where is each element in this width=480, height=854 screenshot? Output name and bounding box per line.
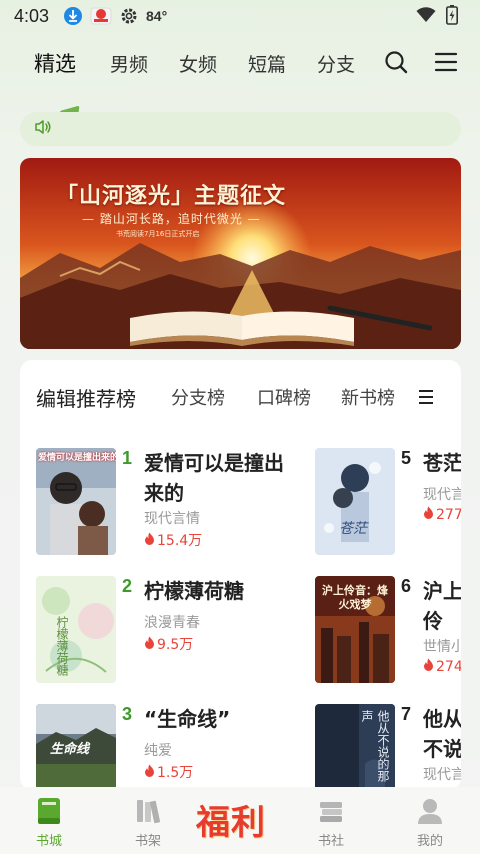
book-genre: 世情小 bbox=[423, 639, 461, 655]
speaker-icon bbox=[34, 119, 52, 139]
settings-gear-icon bbox=[118, 5, 140, 27]
tab-new-books-list[interactable]: 新书榜 bbox=[341, 384, 395, 410]
book-item[interactable]: 沪上伶音：烽火戏梦 6 沪上伶音：烽火戏梦 世情小 274 bbox=[315, 576, 461, 686]
book-title: 爱情可以是撞出来的 bbox=[144, 451, 284, 505]
flame-icon bbox=[144, 764, 155, 781]
tab-editor-picks[interactable]: 编辑推荐榜 bbox=[36, 383, 136, 412]
book-title: “生命线” bbox=[144, 707, 231, 731]
announcement-bar[interactable] bbox=[20, 112, 461, 146]
rank-number: 7 bbox=[401, 704, 412, 724]
app-notification-icon bbox=[90, 5, 112, 27]
heat-value: 9.5万 bbox=[157, 637, 194, 653]
book-heat-row: 274 bbox=[423, 658, 461, 675]
tab-featured[interactable]: 精选 bbox=[34, 48, 76, 78]
flame-icon bbox=[423, 658, 434, 675]
nav-bookshelf-label: 书架 bbox=[134, 834, 161, 849]
heat-value: 1.5万 bbox=[157, 765, 194, 781]
book-cover: 柠檬薄荷糖 bbox=[36, 576, 116, 683]
status-bar: 4:03 84° bbox=[0, 0, 480, 32]
banner-subtitle: — 踏山河长路，追时代微光 — bbox=[82, 212, 261, 226]
book-cover: 他从不说的那一声 bbox=[315, 704, 395, 790]
flame-icon bbox=[144, 636, 155, 653]
download-icon bbox=[62, 5, 84, 27]
book-genre: 现代言 bbox=[423, 767, 461, 783]
tab-reputation-list[interactable]: 口碑榜 bbox=[257, 384, 311, 410]
ranking-menu-icon[interactable] bbox=[418, 389, 434, 409]
wifi-icon bbox=[416, 7, 436, 27]
nav-profile-label: 我的 bbox=[416, 834, 443, 849]
user-icon bbox=[415, 796, 445, 826]
book-cover: 爱情可以是撞出来的 bbox=[36, 448, 116, 555]
banner-title: 「山河逐光」主题征文 bbox=[56, 183, 287, 209]
rank-number: 6 bbox=[401, 576, 412, 596]
banner-note: 书荒阅读7月16日正式开启 bbox=[116, 230, 200, 238]
book-title: 柠檬薄荷糖 bbox=[144, 579, 244, 603]
book-cover: 沪上伶音：烽火戏梦 bbox=[315, 576, 395, 683]
heat-value: 274 bbox=[436, 658, 461, 675]
book-title: 苍茫 bbox=[423, 451, 461, 475]
rank-number: 1 bbox=[122, 448, 133, 468]
heat-value: 277 bbox=[436, 506, 461, 523]
battery-icon bbox=[446, 5, 458, 29]
top-tabs: 精选 男频 女频 短篇 分支 bbox=[0, 40, 480, 121]
rank-number: 3 bbox=[122, 704, 133, 724]
book-cover: 苍茫 bbox=[315, 448, 395, 555]
menu-icon[interactable] bbox=[432, 48, 460, 76]
nav-bookstore-label: 书城 bbox=[35, 834, 62, 849]
heat-value: 15.4万 bbox=[157, 533, 203, 549]
book-genre: 现代言 bbox=[423, 487, 461, 503]
promo-banner[interactable]: 「山河逐光」主题征文 — 踏山河长路，追时代微光 — 书荒阅读7月16日正式开启 bbox=[20, 158, 461, 349]
cover-title: 爱情可以是撞出来的 bbox=[38, 453, 116, 463]
tab-branch-list[interactable]: 分支榜 bbox=[171, 384, 225, 410]
ranking-tabs: 编辑推荐榜 分支榜 口碑榜 新书榜 bbox=[20, 360, 461, 430]
book-title: 沪上伶音：烽火戏梦 bbox=[423, 579, 461, 633]
nav-community-label: 书社 bbox=[317, 834, 344, 849]
book-icon bbox=[34, 796, 64, 826]
nav-profile[interactable]: 我的 bbox=[390, 787, 470, 854]
cover-title: 生命线 bbox=[50, 742, 90, 757]
book-stack-icon bbox=[316, 796, 346, 826]
book-item[interactable]: 柠檬薄荷糖 2 柠檬薄荷糖 浪漫青春 9.5万 bbox=[36, 576, 306, 686]
tab-short[interactable]: 短篇 bbox=[248, 50, 286, 77]
book-genre: 浪漫青春 bbox=[144, 615, 200, 631]
status-time: 4:03 bbox=[14, 5, 50, 26]
tab-female[interactable]: 女频 bbox=[179, 50, 217, 77]
cover-title: 沪上伶音：烽火戏梦 bbox=[322, 584, 388, 611]
flame-icon bbox=[423, 506, 434, 523]
book-heat-row: 277 bbox=[423, 506, 461, 523]
book-item[interactable]: 苍茫 5 苍茫 现代言 277 bbox=[315, 448, 461, 558]
book-item[interactable]: 他从不说的那一声 7 他从不说的那些声 现代言 bbox=[315, 704, 461, 790]
cover-title: 柠檬薄荷糖 bbox=[55, 616, 69, 676]
tab-branch[interactable]: 分支 bbox=[317, 50, 355, 77]
rank-number: 5 bbox=[401, 448, 412, 468]
book-title: 他从不说的那些声 bbox=[423, 707, 461, 761]
book-item[interactable]: 生命线 3 “生命线” 纯爱 1.5万 bbox=[36, 704, 306, 790]
flame-icon bbox=[144, 532, 155, 549]
book-cover: 生命线 bbox=[36, 704, 116, 790]
nav-welfare-button[interactable]: 福利 bbox=[196, 795, 266, 844]
book-heat-row: 15.4万 bbox=[144, 530, 202, 550]
rank-number: 2 bbox=[122, 576, 133, 596]
bookshelf-icon bbox=[133, 796, 163, 826]
search-icon[interactable] bbox=[382, 48, 410, 76]
book-genre: 纯爱 bbox=[144, 743, 172, 759]
nav-bookshelf[interactable]: 书架 bbox=[108, 787, 188, 854]
ranking-card: 编辑推荐榜 分支榜 口碑榜 新书榜 爱情可以是撞出来的 1 爱情可以是撞出来的 … bbox=[20, 360, 461, 790]
cover-title: 苍茫 bbox=[339, 521, 367, 537]
book-item[interactable]: 爱情可以是撞出来的 1 爱情可以是撞出来的 现代言情 15.4万 bbox=[36, 448, 306, 558]
temperature-text: 84° bbox=[146, 8, 168, 24]
tab-male[interactable]: 男频 bbox=[110, 50, 148, 77]
book-heat-row: 1.5万 bbox=[144, 762, 193, 782]
book-genre: 现代言情 bbox=[144, 511, 200, 527]
nav-community[interactable]: 书社 bbox=[291, 787, 371, 854]
cover-title: 他从不说的那一声 bbox=[360, 710, 390, 790]
book-heat-row: 9.5万 bbox=[144, 634, 193, 654]
nav-bookstore[interactable]: 书城 bbox=[9, 787, 89, 854]
